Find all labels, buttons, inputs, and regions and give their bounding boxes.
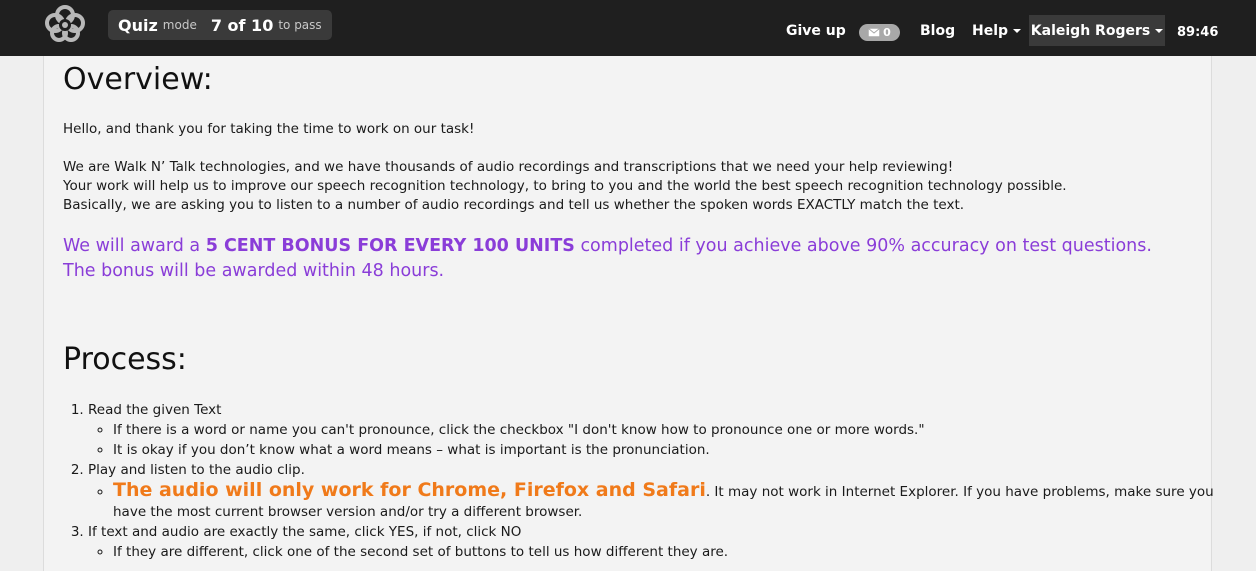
step-2: Play and listen to the audio clip. The a… xyxy=(88,460,1218,522)
bonus-pre: We will award a xyxy=(63,236,206,256)
step-2-text: Play and listen to the audio clip. xyxy=(88,462,305,478)
help-menu-label: Help xyxy=(972,23,1009,39)
step-3-text: If text and audio are exactly the same, … xyxy=(88,524,522,540)
step-1-text: Read the given Text xyxy=(88,402,222,418)
help-menu[interactable]: Help xyxy=(972,0,1022,56)
give-up-link[interactable]: Give up xyxy=(786,0,846,56)
step-1: Read the given Text If there is a word o… xyxy=(88,400,1218,460)
browser-warning: The audio will only work for Chrome, Fir… xyxy=(113,479,706,501)
user-menu[interactable]: Kaleigh Rogers xyxy=(1029,15,1165,46)
chevron-down-icon xyxy=(1013,29,1022,33)
intro-line-2: Your work will help us to improve our sp… xyxy=(63,178,1067,194)
process-steps: Read the given Text If there is a word o… xyxy=(63,400,1218,562)
envelope-icon xyxy=(868,28,880,37)
messages-badge[interactable]: 0 xyxy=(859,24,900,41)
bonus-amount: 5 CENT BONUS FOR EVERY 100 UNITS xyxy=(205,236,575,256)
mode-suffix: mode xyxy=(162,18,197,32)
step-2-sub-1: The audio will only work for Chrome, Fir… xyxy=(113,480,1218,522)
flower-logo-icon[interactable] xyxy=(40,4,90,42)
step-1-sub-2: It is okay if you don’t know what a word… xyxy=(113,440,1218,460)
instructions-panel: Overview: Hello, and thank you for takin… xyxy=(43,56,1214,571)
bonus-notice: We will award a 5 CENT BONUS FOR EVERY 1… xyxy=(63,234,1173,284)
intro-line-3: Basically, we are asking you to listen t… xyxy=(63,197,965,213)
quiz-mode-badge: Quiz mode 7 of 10 to pass xyxy=(108,10,332,40)
user-name: Kaleigh Rogers xyxy=(1030,22,1151,39)
mode-label: Quiz xyxy=(118,15,158,35)
quiz-progress-suffix: to pass xyxy=(278,18,322,32)
quiz-progress: 7 of 10 xyxy=(210,15,274,35)
step-3: If text and audio are exactly the same, … xyxy=(88,522,1218,562)
chevron-down-icon xyxy=(1155,28,1164,33)
step-1-sub-1: If there is a word or name you can't pro… xyxy=(113,420,1218,440)
overview-heading: Overview: xyxy=(63,62,213,97)
step-3-sub-1: If they are different, click one of the … xyxy=(113,542,1218,562)
top-navbar: Quiz mode 7 of 10 to pass Give up 0 Blog… xyxy=(0,0,1256,56)
blog-link[interactable]: Blog xyxy=(920,0,955,56)
messages-count: 0 xyxy=(883,26,891,39)
intro-line-1: We are Walk N’ Talk technologies, and we… xyxy=(63,159,954,175)
greeting-text: Hello, and thank you for taking the time… xyxy=(63,121,475,137)
process-heading: Process: xyxy=(63,342,187,377)
